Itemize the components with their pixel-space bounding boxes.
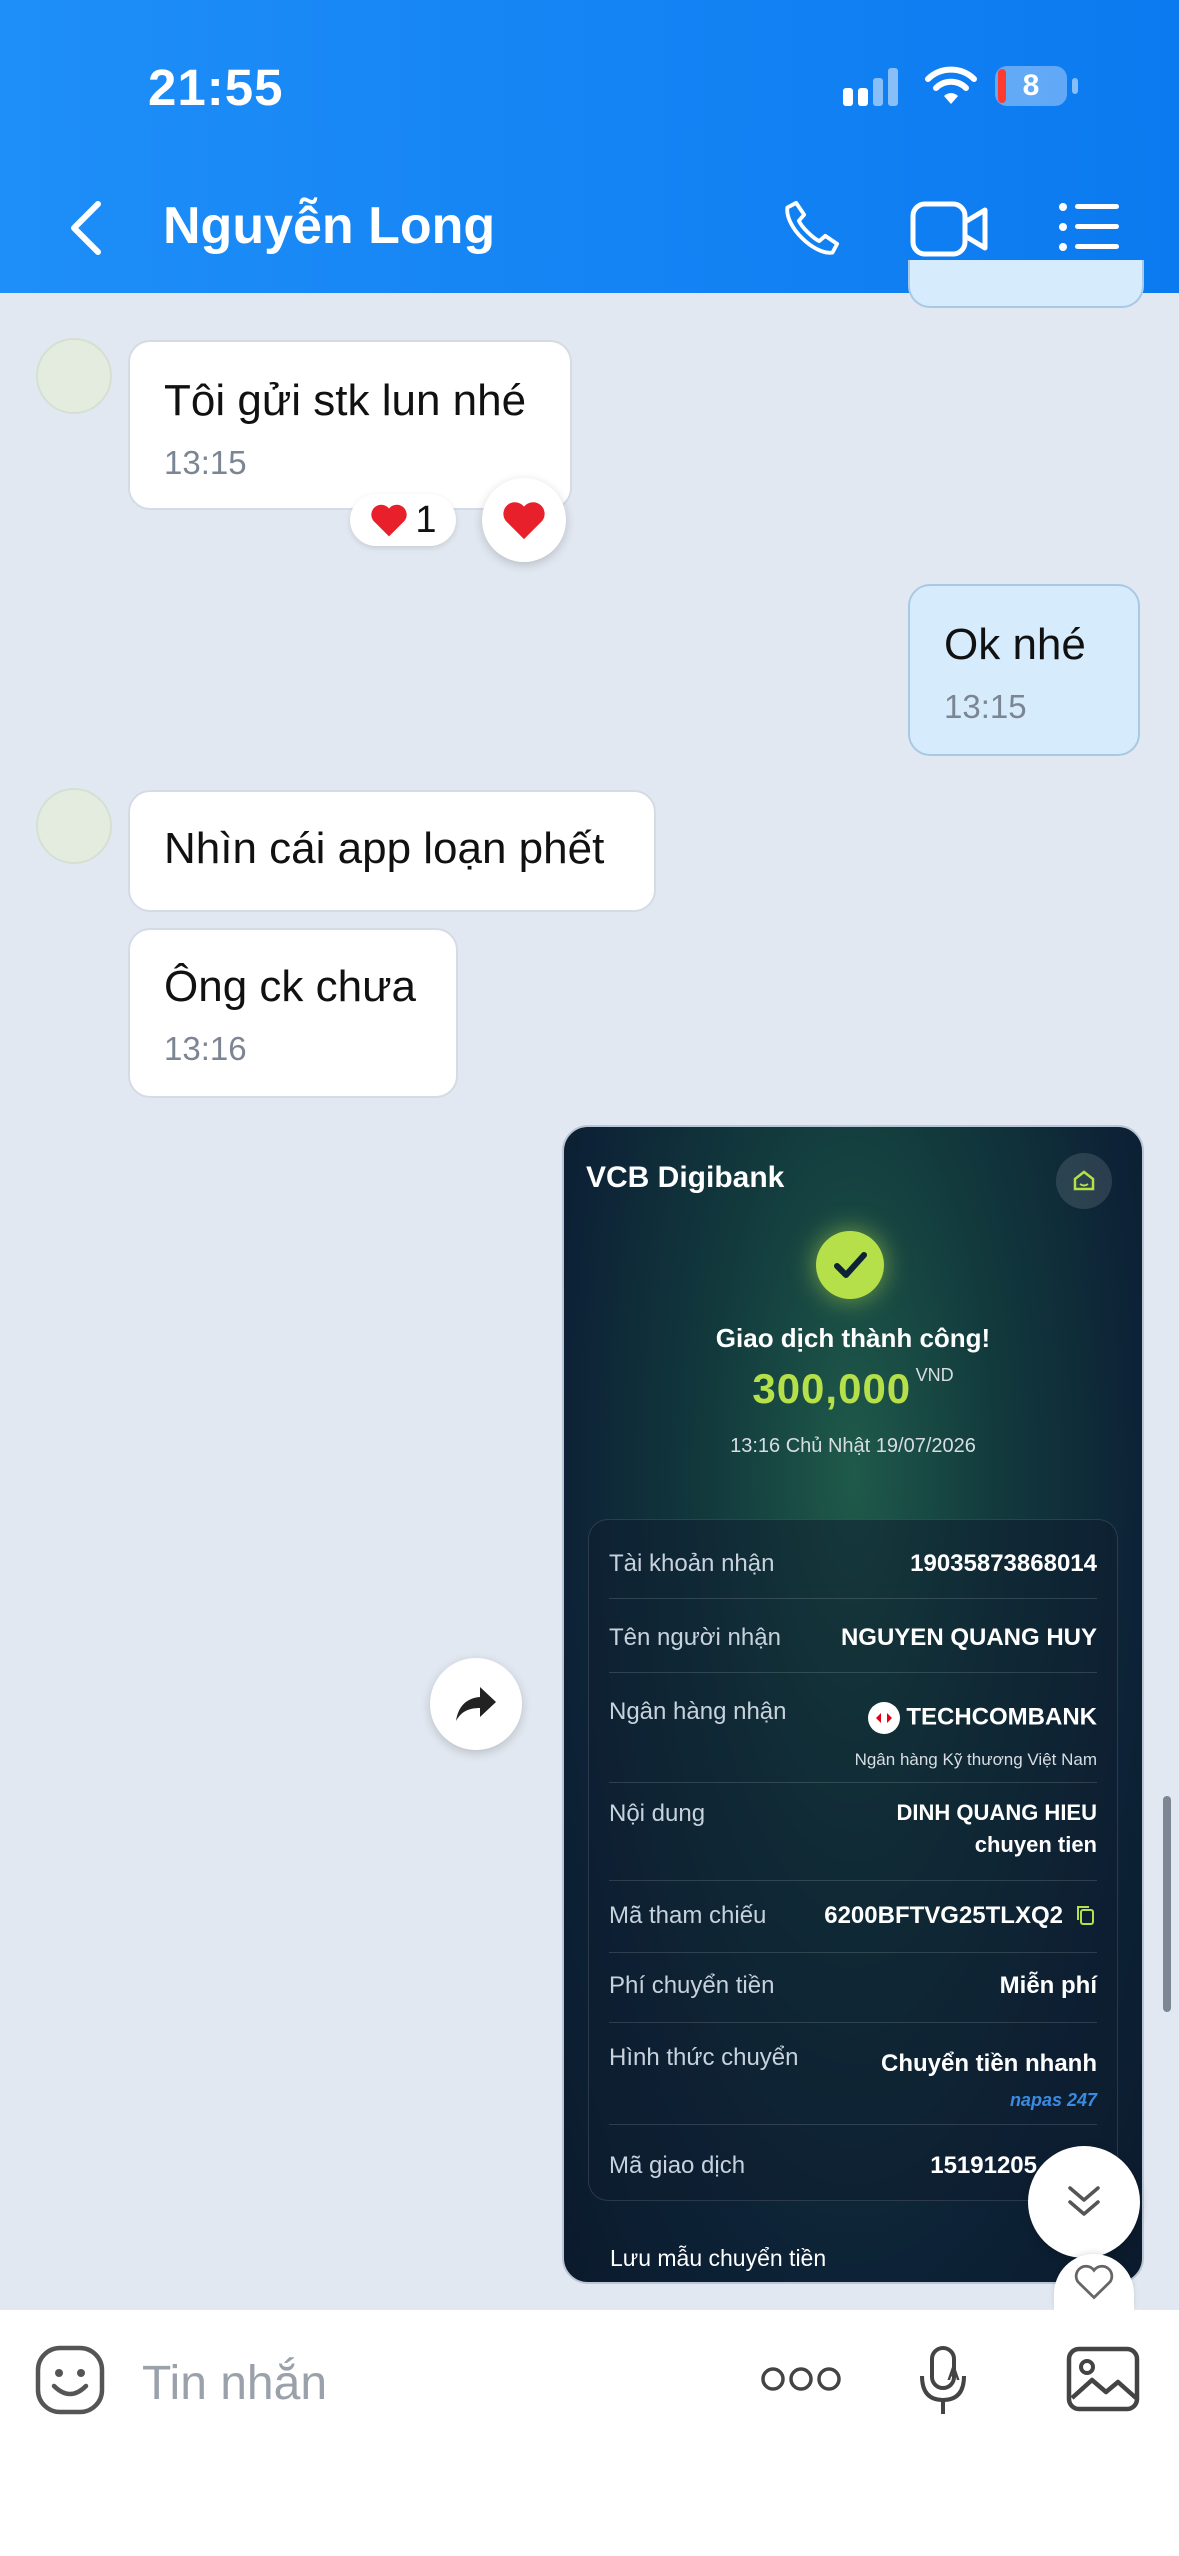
signal-icon [843,68,898,106]
svg-text:A: A [947,2364,960,2384]
bank-full-name: Ngân hàng Kỹ thương Việt Nam [854,1750,1097,1769]
row-label: Tài khoản nhận [609,1550,775,1577]
receipt-amount-row: 300,000 VND [564,1365,1142,1413]
row-value: 19035873868014 [910,1550,1097,1577]
receipt-datetime: 13:16 Chủ Nhật 19/07/2026 [730,1435,976,1457]
receipt-image[interactable]: VCB Digibank Giao dịch thành công! 300,0… [562,1125,1144,2284]
message-time: 13:15 [164,444,247,481]
menu-icon[interactable] [1058,202,1120,252]
save-template-link[interactable]: Lưu mẫu chuyển tiền [610,2245,826,2272]
scroll-down-button[interactable] [1028,2146,1140,2258]
row-value: 6200BFTVG25TLXQ2 [824,1902,1063,1929]
row-label: Nội dung [609,1800,706,1827]
receipt-row: Ngân hàng nhận TECHCOMBANK Ngân hàng Kỹ … [609,1698,1097,1783]
battery-icon: 8 [995,66,1067,106]
message-bubble[interactable]: Ông ck chưa 13:16 [128,928,458,1098]
success-check-icon [816,1231,884,1299]
row-label: Tên người nhận [609,1624,781,1651]
scroll-down-icon [1068,2186,1100,2216]
sticker-icon[interactable] [34,2344,106,2416]
avatar[interactable] [36,338,112,414]
message-text: Tôi gửi stk lun nhé [164,376,527,425]
receipt-row: Nội dung DINH QUANG HIEU chuyen tien [609,1800,1097,1881]
row-value: NGUYEN QUANG HUY [840,1624,1097,1651]
heart-icon [503,502,545,540]
receipt-row: Tài khoản nhận 19035873868014 [609,1550,1097,1599]
row-value: Miễn phí [999,1972,1097,1999]
share-button[interactable] [430,1658,522,1750]
reaction-summary[interactable]: 1 [350,494,456,546]
receipt-row: Mã giao dịch 15191205 [609,2152,1097,2192]
heart-icon [371,504,408,537]
receipt-row: Hình thức chuyển Chuyển tiền nhanh napas… [609,2044,1097,2125]
row-label: Hình thức chuyển [609,2044,799,2071]
reaction-count: 1 [415,498,437,541]
row-label: Mã tham chiếu [609,1902,767,1929]
receipt-row: Mã tham chiếu 6200BFTVG25TLXQ2 [609,1902,1097,1953]
image-icon[interactable] [1066,2346,1140,2412]
receipt-status: Giao dịch thành công! [715,1323,991,1353]
row-value: 15191205 [930,2152,1037,2179]
row-label: Ngân hàng nhận [609,1698,787,1725]
contact-name[interactable]: Nguyễn Long [163,196,495,256]
avatar[interactable] [36,788,112,864]
back-icon[interactable] [66,200,106,256]
row-label: Mã giao dịch [609,2152,746,2179]
status-time: 21:55 [148,59,284,116]
previous-message-bubble [908,260,1144,308]
share-icon [456,1687,496,1721]
message-bubble[interactable]: Nhìn cái app loạn phết [128,790,656,912]
message-input[interactable]: Tin nhắn [142,2356,327,2411]
napas-logo: napas 247 [1009,2090,1097,2110]
react-button[interactable] [482,478,566,562]
message-bubble[interactable]: Ok nhé 13:15 [908,584,1140,756]
phone-icon[interactable] [778,196,844,262]
heart-icon [1074,2264,1114,2300]
composer-bar [0,2310,1179,2556]
message-text: Ông ck chưa [164,962,417,1011]
message-text: Nhìn cái app loạn phết [164,824,605,873]
more-icon[interactable] [760,2364,842,2394]
chat-header: 21:55 8 Nguyễn Long [0,0,1179,293]
techcombank-logo-icon [868,1702,901,1734]
receipt-row: Phí chuyển tiền Miễn phí [609,1972,1097,2023]
row-value: DINH QUANG HIEU [896,1800,1097,1825]
receipt-row: Tên người nhận NGUYEN QUANG HUY [609,1624,1097,1673]
row-value-line2: chuyen tien [974,1832,1097,1857]
scrollbar[interactable] [1163,1796,1171,2012]
receipt-details: Tài khoản nhận 19035873868014 Tên người … [588,1519,1118,2201]
receipt-currency: VND [915,1365,954,1385]
row-value: Chuyển tiền nhanh [881,2050,1097,2077]
receipt-brand: VCB Digibank [586,1161,785,1194]
message-text: Ok nhé [944,620,1086,669]
message-time: 13:16 [164,1030,247,1067]
voice-icon[interactable]: A [916,2344,972,2418]
row-label: Phí chuyển tiền [609,1972,775,1999]
home-icon [1056,1153,1112,1209]
copy-icon[interactable] [1075,1904,1097,1928]
video-icon[interactable] [910,198,990,260]
wifi-icon [925,66,977,104]
message-time: 13:15 [944,688,1027,725]
battery-level: 8 [1022,69,1040,102]
bank-name: TECHCOMBANK [868,1702,1097,1734]
receipt-amount: 300,000 [752,1365,912,1412]
